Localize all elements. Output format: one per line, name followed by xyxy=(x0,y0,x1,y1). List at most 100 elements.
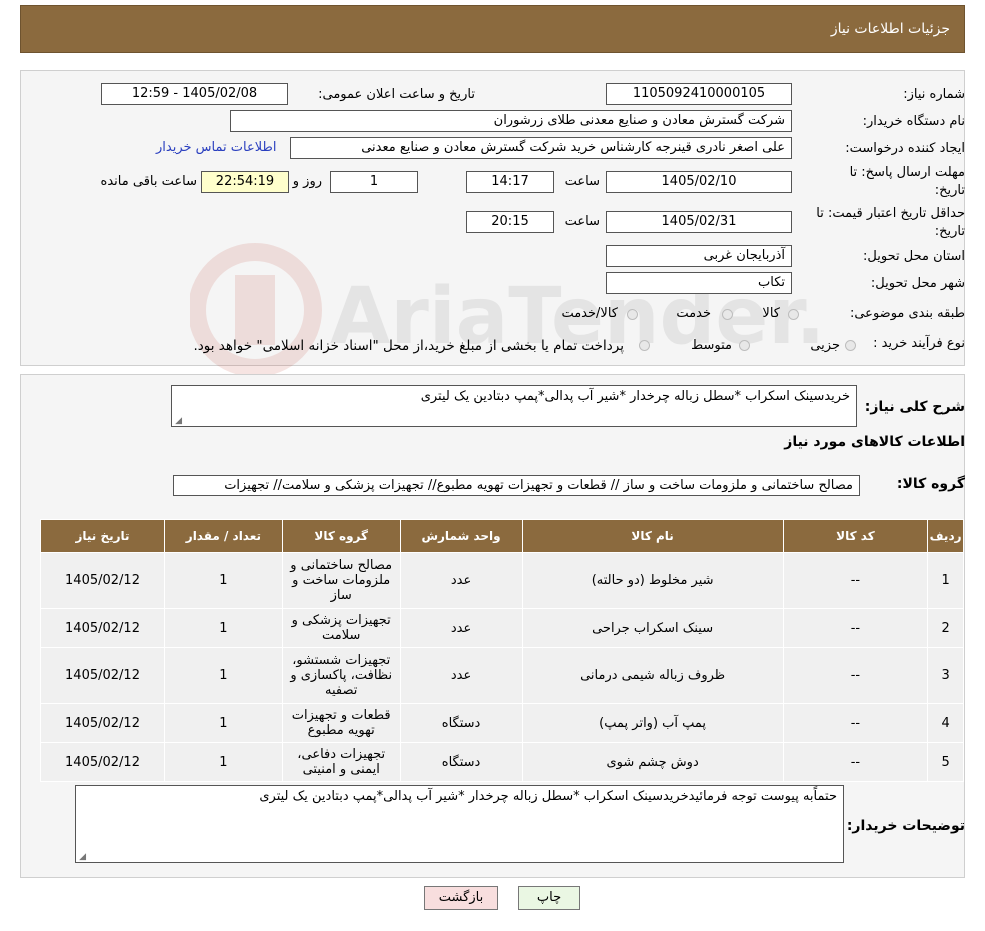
table-row: 5 -- دوش چشم شوی دستگاه تجهیزات دفاعی، ا… xyxy=(39,742,964,782)
page-header: جزئیات اطلاعات نیاز xyxy=(20,5,965,53)
cell-unit: دستگاه xyxy=(399,703,523,743)
category-radio-goods[interactable] xyxy=(788,309,799,320)
summary-label: شرح کلی نیاز: xyxy=(864,399,965,415)
cell-group: تجهیزات شستشو، نظافت، پاکسازی و تصفیه xyxy=(281,647,401,704)
category-label: طبقه بندی موضوعی: xyxy=(849,306,965,321)
process-option-minor: جزیی xyxy=(810,338,840,353)
cell-row: 2 xyxy=(927,608,964,648)
cell-unit: دستگاه xyxy=(399,742,523,782)
cell-date: 1405/02/12 xyxy=(39,703,166,743)
cell-qty: 1 xyxy=(164,608,283,648)
city-label: شهر محل تحویل: xyxy=(870,276,965,291)
cell-qty: 1 xyxy=(164,647,283,704)
buyer-contact-link[interactable]: اطلاعات تماس خریدار xyxy=(156,140,276,155)
buyer-notes-label: توضیحات خریدار: xyxy=(846,818,965,834)
validity-label-date: تاریخ: xyxy=(934,224,965,239)
remaining-time-field: 22:54:19 xyxy=(201,171,289,193)
process-label: نوع فرآیند خرید : xyxy=(873,336,965,351)
province-field: آذربایجان غربی xyxy=(606,245,792,267)
cell-date: 1405/02/12 xyxy=(39,742,166,782)
cell-code: -- xyxy=(782,552,929,609)
cell-name: شیر مخلوط (دو حالته) xyxy=(521,552,784,609)
cell-code: -- xyxy=(782,703,929,743)
summary-field[interactable]: خریدسینک اسکراب *سطل زباله چرخدار *شیر آ… xyxy=(171,385,857,427)
cell-group: مصالح ساختمانی و ملزومات ساخت و ساز xyxy=(281,552,401,609)
cell-date: 1405/02/12 xyxy=(39,552,166,609)
category-radio-both[interactable] xyxy=(627,309,638,320)
category-option-service: خدمت xyxy=(676,306,711,321)
col-group: گروه کالا xyxy=(281,519,401,553)
buyer-notes-field[interactable]: حتماًبه پیوست توجه فرمائیدخریدسینک اسکرا… xyxy=(75,785,844,863)
creator-field: علی اصغر نادری قینرجه کارشناس خرید شرکت … xyxy=(290,137,792,159)
col-row: ردیف xyxy=(927,519,964,553)
cell-code: -- xyxy=(782,647,929,704)
col-date: تاریخ نیاز xyxy=(39,519,166,553)
buyer-notes-text: حتماًبه پیوست توجه فرمائیدخریدسینک اسکرا… xyxy=(259,789,837,804)
table-row: 2 -- سینک اسکراب جراحی عدد تجهیزات پزشکی… xyxy=(39,608,964,648)
resize-grip-icon[interactable]: ◢ xyxy=(174,417,182,426)
back-button[interactable]: بازگشت xyxy=(424,886,498,910)
cell-row: 5 xyxy=(927,742,964,782)
cell-row: 4 xyxy=(927,703,964,743)
process-radio-minor[interactable] xyxy=(845,340,856,351)
province-label: استان محل تحویل: xyxy=(863,249,965,264)
table-row: 1 -- شیر مخلوط (دو حالته) عدد مصالح ساخت… xyxy=(39,552,964,609)
category-radio-service[interactable] xyxy=(722,309,733,320)
goods-table: ردیف کد کالا نام کالا واحد شمارش گروه کا… xyxy=(39,519,964,782)
cell-code: -- xyxy=(782,608,929,648)
page-title: جزئیات اطلاعات نیاز xyxy=(830,21,950,37)
cell-qty: 1 xyxy=(164,742,283,782)
cell-row: 3 xyxy=(927,647,964,704)
process-radio-medium[interactable] xyxy=(739,340,750,351)
col-qty: تعداد / مقدار xyxy=(164,519,283,553)
print-button[interactable]: چاپ xyxy=(518,886,580,910)
validity-time-field: 20:15 xyxy=(466,211,554,233)
cell-name: دوش چشم شوی xyxy=(521,742,784,782)
days-label: روز و xyxy=(292,174,322,189)
deadline-label-date: تاریخ: xyxy=(934,183,965,198)
summary-text: خریدسینک اسکراب *سطل زباله چرخدار *شیر آ… xyxy=(420,389,850,404)
validity-date-field: 1405/02/31 xyxy=(606,211,792,233)
cell-name: سینک اسکراب جراحی xyxy=(521,608,784,648)
cell-name: پمپ آب (واتر پمپ) xyxy=(521,703,784,743)
validity-label: حداقل تاریخ اعتبار قیمت: تا xyxy=(816,206,965,221)
category-option-goods: کالا xyxy=(762,306,780,321)
col-code: کد کالا xyxy=(782,519,929,553)
cell-date: 1405/02/12 xyxy=(39,647,166,704)
process-note: پرداخت تمام یا بخشی از مبلغ خرید،از محل … xyxy=(193,338,624,354)
cell-code: -- xyxy=(782,742,929,782)
deadline-time-field: 14:17 xyxy=(466,171,554,193)
announce-label: تاریخ و ساعت اعلان عمومی: xyxy=(318,87,475,102)
deadline-date-field: 1405/02/10 xyxy=(606,171,792,193)
cell-qty: 1 xyxy=(164,703,283,743)
category-option-both: کالا/خدمت xyxy=(561,306,618,321)
cell-qty: 1 xyxy=(164,552,283,609)
announce-field: 1405/02/08 - 12:59 xyxy=(101,83,288,105)
resize-grip-icon[interactable]: ◢ xyxy=(78,853,86,862)
cell-unit: عدد xyxy=(399,552,523,609)
need-number-label: شماره نیاز: xyxy=(903,87,965,102)
process-option-medium: متوسط xyxy=(691,338,732,353)
table-header-row: ردیف کد کالا نام کالا واحد شمارش گروه کا… xyxy=(39,519,964,553)
table-row: 3 -- ظروف زباله شیمی درمانی عدد تجهیزات … xyxy=(39,647,964,704)
table-row: 4 -- پمپ آب (واتر پمپ) دستگاه قطعات و تج… xyxy=(39,703,964,743)
need-number-field: 1105092410000105 xyxy=(606,83,792,105)
days-field: 1 xyxy=(330,171,418,193)
buyer-field: شرکت گسترش معادن و صنایع معدنی طلای زرشو… xyxy=(230,110,792,132)
goods-section-title: اطلاعات کالاهای مورد نیاز xyxy=(784,434,965,450)
buyer-label: نام دستگاه خریدار: xyxy=(862,114,965,129)
goods-group-field: مصالح ساختمانی و ملزومات ساخت و ساز // ق… xyxy=(173,475,860,496)
col-unit: واحد شمارش xyxy=(399,519,523,553)
deadline-label: مهلت ارسال پاسخ: تا xyxy=(849,165,965,180)
goods-group-label: گروه کالا: xyxy=(896,476,965,492)
cell-unit: عدد xyxy=(399,647,523,704)
process-radio-treasury[interactable] xyxy=(639,340,650,351)
creator-label: ایجاد کننده درخواست: xyxy=(845,141,965,156)
col-name: نام کالا xyxy=(521,519,784,553)
cell-date: 1405/02/12 xyxy=(39,608,166,648)
cell-name: ظروف زباله شیمی درمانی xyxy=(521,647,784,704)
cell-group: تجهیزات پزشکی و سلامت xyxy=(281,608,401,648)
cell-row: 1 xyxy=(927,552,964,609)
city-field: تکاب xyxy=(606,272,792,294)
cell-unit: عدد xyxy=(399,608,523,648)
